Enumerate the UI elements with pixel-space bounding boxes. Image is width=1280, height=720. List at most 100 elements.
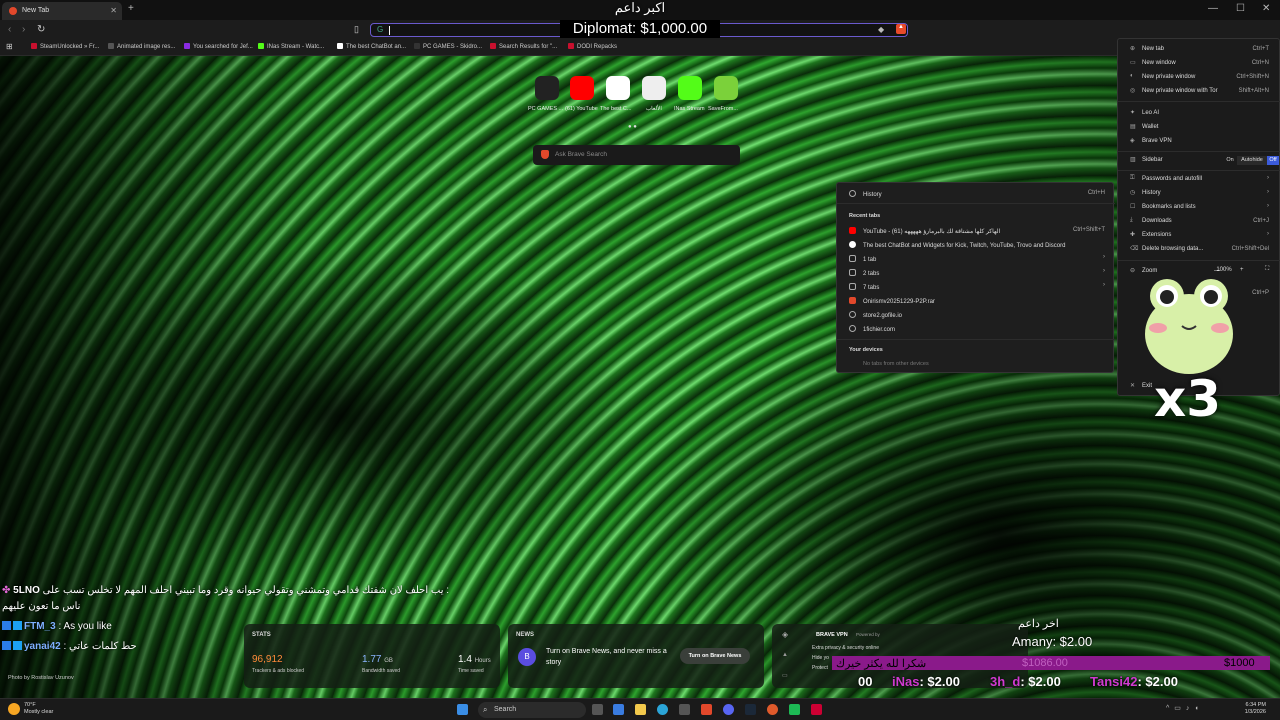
bookmark-item[interactable]: SteamUnlocked » Fr...	[31, 43, 99, 50]
bookmark-item[interactable]: INas Stream - Watc...	[258, 43, 324, 50]
forward-icon[interactable]: ›	[22, 24, 25, 35]
sidebar-autohide-button[interactable]: Autohide	[1237, 156, 1267, 165]
menu-wallet[interactable]: Wallet	[1142, 124, 1158, 130]
shortcut-tile[interactable]	[570, 76, 594, 100]
shortcut-tile[interactable]	[606, 76, 630, 100]
chevron-right-icon: ›	[1267, 231, 1269, 237]
history-item[interactable]: History	[849, 190, 882, 198]
bookmark-item[interactable]: You searched for Jef...	[184, 43, 253, 50]
recent-tab-item[interactable]: store2.gofile.io	[849, 311, 902, 319]
file-icon	[849, 297, 856, 304]
recent-window-item[interactable]: 7 tabs	[849, 283, 879, 291]
recent-window-item[interactable]: 1 tab	[849, 255, 876, 263]
recent-window-item[interactable]: 2 tabs	[849, 269, 879, 277]
shortcut-tile[interactable]	[678, 76, 702, 100]
store-icon[interactable]	[679, 704, 690, 715]
menu-shortcut: Ctrl+N	[1251, 60, 1269, 66]
back-icon[interactable]: ‹	[8, 24, 11, 35]
menu-new-window[interactable]: New window	[1142, 60, 1176, 66]
badge-icon	[2, 621, 11, 630]
history-icon	[849, 190, 856, 197]
badge-icon	[13, 621, 22, 630]
reload-icon[interactable]: ↻	[37, 24, 45, 35]
chatbot-icon	[849, 241, 856, 248]
menu-extensions[interactable]: Extensions	[1142, 232, 1171, 238]
sidebar-on-button[interactable]: On	[1224, 156, 1236, 165]
chat-message: yanai42 : حط كلمات عاتي	[2, 641, 137, 652]
menu-history[interactable]: History	[1142, 190, 1161, 196]
chevron-right-icon: ›	[1267, 175, 1269, 181]
turn-on-news-button[interactable]: Turn on Brave News	[680, 648, 750, 664]
bookmark-item[interactable]: Search Results for "...	[490, 43, 557, 50]
bookmark-item[interactable]: Animated image res...	[108, 43, 175, 50]
menu-delete-data[interactable]: Delete browsing data...	[1142, 246, 1203, 252]
task-view-icon[interactable]	[592, 704, 603, 715]
bookmark-page-icon[interactable]: ▯	[354, 24, 359, 35]
private-window-icon: ◐	[1130, 73, 1134, 79]
start-icon[interactable]	[457, 704, 468, 715]
menu-exit[interactable]: Exit	[1142, 383, 1152, 389]
shortcut-tile[interactable]	[714, 76, 738, 100]
menu-downloads[interactable]: Downloads	[1142, 218, 1172, 224]
bookmark-favicon-icon	[337, 43, 343, 49]
app-icon[interactable]	[789, 704, 800, 715]
chevron-right-icon: ›	[1103, 268, 1105, 274]
bookmark-item[interactable]: DODI Repacks	[568, 43, 617, 50]
menu-shortcut: Ctrl+T	[1252, 46, 1270, 52]
edge-icon[interactable]	[657, 704, 668, 715]
goal-target: $1000	[1224, 657, 1255, 669]
file-explorer-icon[interactable]	[635, 704, 646, 715]
menu-bookmarks[interactable]: Bookmarks and lists	[1142, 204, 1196, 210]
brave-shields-icon[interactable]: ◆	[878, 25, 884, 34]
menu-private-window[interactable]: New private window	[1142, 74, 1195, 80]
search-icon: ⌕	[483, 705, 488, 714]
brave-logo-icon	[541, 150, 549, 159]
fullscreen-icon[interactable]: ⛶	[1265, 266, 1269, 273]
shortcut-label: SaveFrom...	[708, 106, 738, 112]
app-icon[interactable]	[811, 704, 822, 715]
steam-icon[interactable]	[745, 704, 756, 715]
badge-icon	[2, 641, 11, 650]
divider	[837, 339, 1115, 340]
menu-new-tab[interactable]: New tab	[1142, 46, 1164, 52]
menu-private-tor[interactable]: New private window with Tor	[1142, 88, 1218, 94]
app-icon[interactable]	[767, 704, 778, 715]
shortcut-label: الألعاب	[646, 106, 662, 112]
bookmark-item[interactable]: The best ChatBot an...	[337, 43, 406, 50]
brave-rewards-icon[interactable]: ▲	[896, 24, 906, 34]
search-placeholder: Ask Brave Search	[555, 151, 608, 158]
your-devices-header: Your devices	[849, 347, 883, 353]
last-supporter-title: اخر داعم	[1018, 618, 1059, 630]
weather-widget[interactable]: 70°F Mostly clear	[24, 702, 53, 716]
taskbar-search[interactable]: ⌕ Search	[478, 702, 586, 718]
shortcut-tile[interactable]	[535, 76, 559, 100]
bookmark-favicon-icon	[184, 43, 190, 49]
menu-passwords[interactable]: Passwords and autofill	[1142, 176, 1202, 182]
sidebar-icon: ▥	[1130, 157, 1136, 163]
system-tray-icons[interactable]: ^▭♪◖	[1166, 704, 1204, 712]
brave-icon[interactable]	[701, 704, 712, 715]
puzzle-icon: ✚	[1130, 232, 1136, 238]
menu-brave-vpn[interactable]: Brave VPN	[1142, 138, 1172, 144]
weather-icon	[8, 703, 20, 715]
time-label: Time saved	[458, 668, 484, 674]
frog-sticker	[1145, 279, 1233, 374]
discord-icon[interactable]	[723, 704, 734, 715]
recent-tab-item[interactable]: YouTube - الهاكر كلها مشتاقة لك بالبرمار…	[849, 227, 1000, 235]
copilot-icon[interactable]	[613, 704, 624, 715]
recent-tab-item[interactable]: 1fichier.com	[849, 325, 895, 333]
apps-grid-icon[interactable]: ⊞	[6, 42, 13, 51]
clock[interactable]: 6:34 PM 1/3/2026	[1245, 702, 1266, 716]
sidebar-off-button[interactable]: Off	[1267, 156, 1279, 165]
menu-leo-ai[interactable]: Leo AI	[1142, 110, 1159, 116]
shortcut-label: (61) YouTube	[565, 106, 598, 112]
bookmark-item[interactable]: PC GAMES - Skidro...	[414, 43, 482, 50]
shortcut-tile[interactable]	[642, 76, 666, 100]
recent-tab-item[interactable]: The best ChatBot and Widgets for Kick, T…	[849, 241, 1065, 249]
pagination-dots[interactable]: ● ●	[628, 124, 637, 130]
recent-tab-item[interactable]: Onirismv20251229-P2P.rar	[849, 297, 935, 305]
brave-search-input[interactable]: Ask Brave Search	[533, 145, 740, 165]
vpn-shield-icon: ◈	[782, 630, 789, 639]
chat-text: ناس ما تعون عليهم	[2, 601, 81, 612]
globe-icon	[849, 325, 856, 332]
